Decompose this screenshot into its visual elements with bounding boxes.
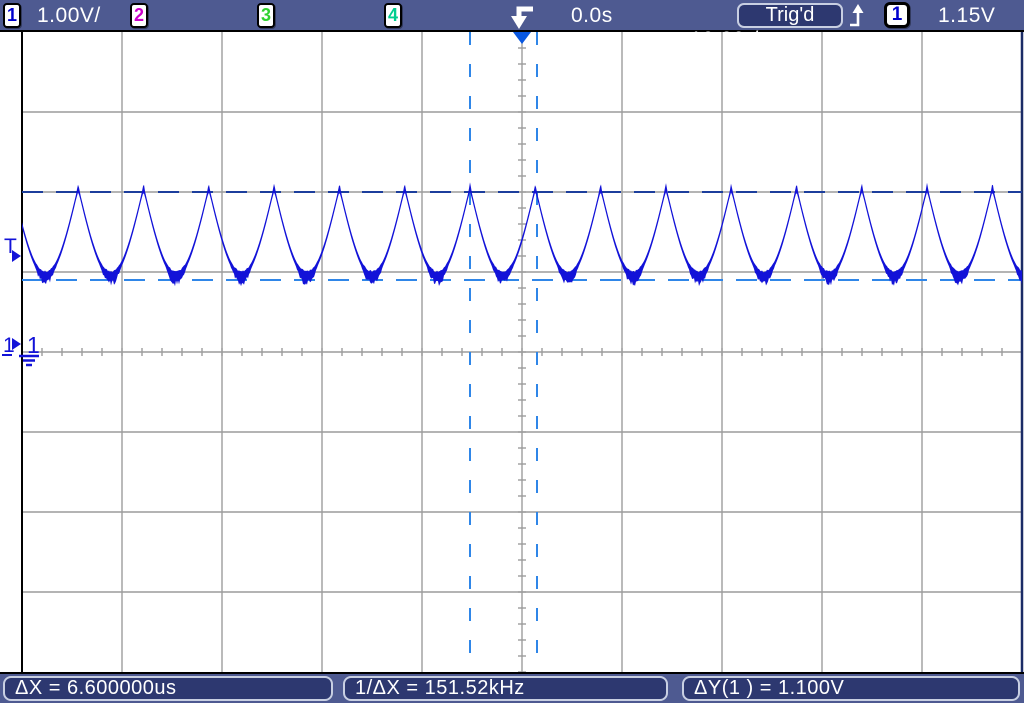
trigger-status-box: Trig'd <box>737 3 843 28</box>
trigger-position-icon[interactable] <box>502 2 536 30</box>
waveform-area: T 1 1 <box>0 32 1024 672</box>
delta-y-readout: ΔY(1 ) = 1.100V <box>682 676 1020 701</box>
measurement-bar: ΔX = 6.600000us 1/ΔX = 151.52kHz ΔY(1 ) … <box>0 672 1024 703</box>
channel-1-badge: 1 <box>3 3 21 28</box>
inverse-delta-x-readout: 1/ΔX = 151.52kHz <box>343 676 668 701</box>
oscilloscope-screen: 1 1.00V/ 2 3 4 0.0s 10.00us/ Trig'd 1 1.… <box>0 0 1024 703</box>
trigger-level-readout: 1.15V <box>938 4 995 28</box>
time-offset-readout: 0.0s <box>571 4 613 28</box>
channel-4-badge: 4 <box>384 3 402 28</box>
rising-edge-trigger-icon <box>847 3 869 29</box>
trigger-source-badge: 1 <box>884 2 910 28</box>
channel-2-badge: 2 <box>130 3 148 28</box>
channel-1-scale: 1.00V/ <box>37 4 101 28</box>
status-bar: 1 1.00V/ 2 3 4 0.0s 10.00us/ Trig'd 1 1.… <box>0 0 1024 32</box>
channel-3-badge: 3 <box>257 3 275 28</box>
delta-x-readout: ΔX = 6.600000us <box>3 676 333 701</box>
trigger-time-marker[interactable] <box>513 32 531 44</box>
waveform-display: T 1 1 <box>0 32 1024 672</box>
trigger-level-marker[interactable]: T <box>4 235 21 262</box>
channel-trace-label: 1 <box>27 332 40 358</box>
